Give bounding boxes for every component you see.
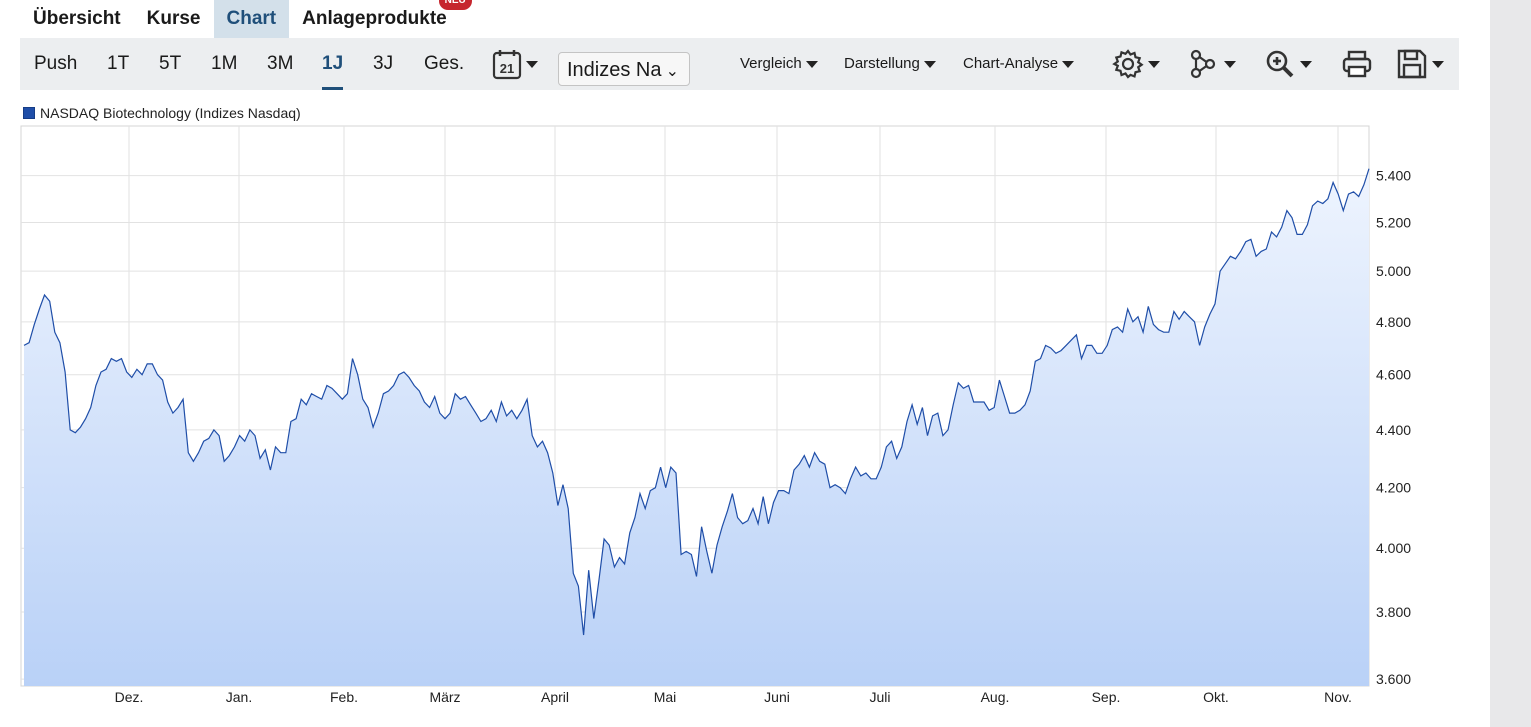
y-tick-label: 5.400 — [1376, 168, 1411, 184]
x-tick-label: Juni — [764, 689, 790, 705]
x-tick-label: Feb. — [330, 689, 358, 705]
y-tick-label: 4.600 — [1376, 367, 1411, 383]
y-axis: 3.600 3.800 4.000 4.200 4.400 4.600 4.800 5.000… — [1376, 168, 1411, 687]
x-tick-label: Nov. — [1324, 689, 1352, 705]
x-tick-label: Aug. — [981, 689, 1010, 705]
y-tick-label: 4.000 — [1376, 540, 1411, 556]
y-tick-label: 5.000 — [1376, 263, 1411, 279]
x-tick-label: Sep. — [1092, 689, 1121, 705]
chart-area[interactable]: 3.600 3.800 4.000 4.200 4.400 4.600 4.800 5.000… — [0, 0, 1531, 727]
x-tick-label: Mai — [654, 689, 677, 705]
x-tick-label: April — [541, 689, 569, 705]
y-tick-label: 4.200 — [1376, 480, 1411, 496]
x-tick-label: März — [429, 689, 460, 705]
x-tick-label: Juli — [869, 689, 890, 705]
x-tick-label: Okt. — [1203, 689, 1229, 705]
x-tick-label: Jan. — [226, 689, 252, 705]
y-tick-label: 3.600 — [1376, 671, 1411, 687]
x-axis: Dez. Jan. Feb. März April Mai Juni Juli Aug. Sep.… — [115, 689, 1352, 705]
y-tick-label: 4.400 — [1376, 422, 1411, 438]
y-tick-label: 3.800 — [1376, 604, 1411, 620]
y-tick-label: 4.800 — [1376, 314, 1411, 330]
y-tick-label: 5.200 — [1376, 214, 1411, 230]
x-tick-label: Dez. — [115, 689, 144, 705]
